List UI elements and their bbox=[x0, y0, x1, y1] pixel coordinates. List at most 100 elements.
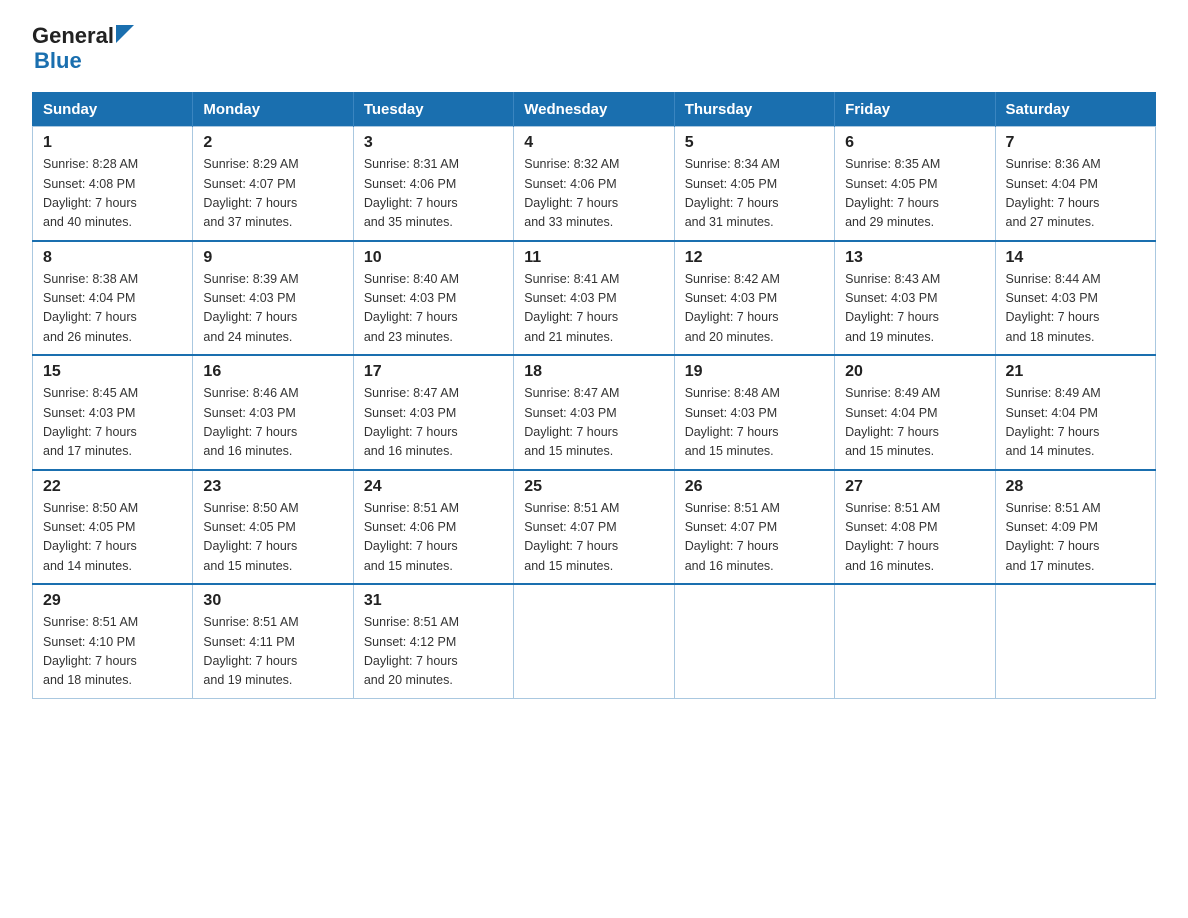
day-cell: 13Sunrise: 8:43 AMSunset: 4:03 PMDayligh… bbox=[835, 241, 995, 356]
day-info: Sunrise: 8:31 AMSunset: 4:06 PMDaylight:… bbox=[364, 155, 503, 233]
day-number: 3 bbox=[364, 134, 503, 152]
day-info: Sunrise: 8:40 AMSunset: 4:03 PMDaylight:… bbox=[364, 270, 503, 348]
day-cell: 25Sunrise: 8:51 AMSunset: 4:07 PMDayligh… bbox=[514, 470, 674, 585]
day-cell: 15Sunrise: 8:45 AMSunset: 4:03 PMDayligh… bbox=[33, 355, 193, 470]
day-number: 11 bbox=[524, 249, 663, 267]
day-info: Sunrise: 8:47 AMSunset: 4:03 PMDaylight:… bbox=[364, 384, 503, 462]
day-info: Sunrise: 8:51 AMSunset: 4:06 PMDaylight:… bbox=[364, 499, 503, 577]
day-cell: 12 Sunrise: 8:42 AMSunset: 4:03 PMDayligh… bbox=[674, 241, 834, 356]
day-info: Sunrise: 8:50 AMSunset: 4:05 PMDaylight:… bbox=[43, 499, 182, 577]
day-number: 1 bbox=[43, 134, 182, 152]
day-info: Sunrise: 8:29 AMSunset: 4:07 PMDaylight:… bbox=[203, 155, 342, 233]
header: General Blue bbox=[32, 24, 1156, 74]
week-row-2: 8 Sunrise: 8:38 AMSunset: 4:04 PMDaylight… bbox=[33, 241, 1156, 356]
day-number: 20 bbox=[845, 363, 984, 381]
day-info: Sunrise: 8:45 AMSunset: 4:03 PMDaylight:… bbox=[43, 384, 182, 462]
day-number: 14 bbox=[1006, 249, 1145, 267]
day-info: Sunrise: 8:44 AMSunset: 4:03 PMDaylight:… bbox=[1006, 270, 1145, 348]
day-cell: 7 Sunrise: 8:36 AMSunset: 4:04 PMDaylight… bbox=[995, 127, 1155, 241]
day-cell: 19Sunrise: 8:48 AMSunset: 4:03 PMDayligh… bbox=[674, 355, 834, 470]
day-number: 10 bbox=[364, 249, 503, 267]
day-cell: 29Sunrise: 8:51 AMSunset: 4:10 PMDayligh… bbox=[33, 584, 193, 698]
day-cell: 24Sunrise: 8:51 AMSunset: 4:06 PMDayligh… bbox=[353, 470, 513, 585]
day-cell: 8 Sunrise: 8:38 AMSunset: 4:04 PMDaylight… bbox=[33, 241, 193, 356]
day-info: Sunrise: 8:51 AMSunset: 4:11 PMDaylight:… bbox=[203, 613, 342, 691]
day-cell: 6Sunrise: 8:35 AMSunset: 4:05 PMDaylight… bbox=[835, 127, 995, 241]
day-cell: 3 Sunrise: 8:31 AMSunset: 4:06 PMDaylight… bbox=[353, 127, 513, 241]
week-row-1: 1 Sunrise: 8:28 AMSunset: 4:08 PMDaylight… bbox=[33, 127, 1156, 241]
day-cell: 20 Sunrise: 8:49 AMSunset: 4:04 PMDayligh… bbox=[835, 355, 995, 470]
calendar: SundayMondayTuesdayWednesdayThursdayFrid… bbox=[32, 92, 1156, 699]
day-cell: 27 Sunrise: 8:51 AMSunset: 4:08 PMDayligh… bbox=[835, 470, 995, 585]
day-info: Sunrise: 8:39 AMSunset: 4:03 PMDaylight:… bbox=[203, 270, 342, 348]
day-cell: 23 Sunrise: 8:50 AMSunset: 4:05 PMDayligh… bbox=[193, 470, 353, 585]
day-info: Sunrise: 8:50 AMSunset: 4:05 PMDaylight:… bbox=[203, 499, 342, 577]
day-info: Sunrise: 8:36 AMSunset: 4:04 PMDaylight:… bbox=[1006, 155, 1145, 233]
day-info: Sunrise: 8:34 AMSunset: 4:05 PMDaylight:… bbox=[685, 155, 824, 233]
day-info: Sunrise: 8:51 AMSunset: 4:10 PMDaylight:… bbox=[43, 613, 182, 691]
day-number: 2 bbox=[203, 134, 342, 152]
day-number: 18 bbox=[524, 363, 663, 381]
day-info: Sunrise: 8:51 AMSunset: 4:09 PMDaylight:… bbox=[1006, 499, 1145, 577]
week-row-5: 29Sunrise: 8:51 AMSunset: 4:10 PMDayligh… bbox=[33, 584, 1156, 698]
header-cell-monday: Monday bbox=[193, 93, 353, 127]
logo-blue: Blue bbox=[34, 48, 82, 74]
day-info: Sunrise: 8:51 AMSunset: 4:08 PMDaylight:… bbox=[845, 499, 984, 577]
day-number: 17 bbox=[364, 363, 503, 381]
day-number: 26 bbox=[685, 478, 824, 496]
day-number: 7 bbox=[1006, 134, 1145, 152]
day-number: 27 bbox=[845, 478, 984, 496]
day-cell: 9 Sunrise: 8:39 AMSunset: 4:03 PMDaylight… bbox=[193, 241, 353, 356]
day-info: Sunrise: 8:51 AMSunset: 4:12 PMDaylight:… bbox=[364, 613, 503, 691]
day-number: 19 bbox=[685, 363, 824, 381]
day-cell: 16 Sunrise: 8:46 AMSunset: 4:03 PMDayligh… bbox=[193, 355, 353, 470]
header-cell-sunday: Sunday bbox=[33, 93, 193, 127]
logo-general: General bbox=[32, 24, 114, 48]
day-number: 30 bbox=[203, 592, 342, 610]
calendar-header: SundayMondayTuesdayWednesdayThursdayFrid… bbox=[33, 93, 1156, 127]
day-number: 25 bbox=[524, 478, 663, 496]
day-cell bbox=[835, 584, 995, 698]
day-number: 4 bbox=[524, 134, 663, 152]
day-number: 21 bbox=[1006, 363, 1145, 381]
week-row-4: 22Sunrise: 8:50 AMSunset: 4:05 PMDayligh… bbox=[33, 470, 1156, 585]
day-number: 13 bbox=[845, 249, 984, 267]
calendar-body: 1 Sunrise: 8:28 AMSunset: 4:08 PMDaylight… bbox=[33, 127, 1156, 699]
day-cell: 22Sunrise: 8:50 AMSunset: 4:05 PMDayligh… bbox=[33, 470, 193, 585]
day-info: Sunrise: 8:49 AMSunset: 4:04 PMDaylight:… bbox=[845, 384, 984, 462]
day-cell: 5Sunrise: 8:34 AMSunset: 4:05 PMDaylight… bbox=[674, 127, 834, 241]
day-cell bbox=[674, 584, 834, 698]
day-number: 8 bbox=[43, 249, 182, 267]
day-info: Sunrise: 8:38 AMSunset: 4:04 PMDaylight:… bbox=[43, 270, 182, 348]
day-number: 23 bbox=[203, 478, 342, 496]
day-number: 16 bbox=[203, 363, 342, 381]
day-number: 12 bbox=[685, 249, 824, 267]
day-info: Sunrise: 8:49 AMSunset: 4:04 PMDaylight:… bbox=[1006, 384, 1145, 462]
day-cell: 1 Sunrise: 8:28 AMSunset: 4:08 PMDaylight… bbox=[33, 127, 193, 241]
day-number: 9 bbox=[203, 249, 342, 267]
day-info: Sunrise: 8:28 AMSunset: 4:08 PMDaylight:… bbox=[43, 155, 182, 233]
week-row-3: 15Sunrise: 8:45 AMSunset: 4:03 PMDayligh… bbox=[33, 355, 1156, 470]
day-info: Sunrise: 8:47 AMSunset: 4:03 PMDaylight:… bbox=[524, 384, 663, 462]
day-info: Sunrise: 8:42 AMSunset: 4:03 PMDaylight:… bbox=[685, 270, 824, 348]
day-cell bbox=[995, 584, 1155, 698]
day-cell: 4 Sunrise: 8:32 AMSunset: 4:06 PMDaylight… bbox=[514, 127, 674, 241]
day-cell: 31 Sunrise: 8:51 AMSunset: 4:12 PMDayligh… bbox=[353, 584, 513, 698]
day-info: Sunrise: 8:51 AMSunset: 4:07 PMDaylight:… bbox=[685, 499, 824, 577]
day-info: Sunrise: 8:46 AMSunset: 4:03 PMDaylight:… bbox=[203, 384, 342, 462]
logo: General Blue bbox=[32, 24, 134, 74]
day-cell: 14 Sunrise: 8:44 AMSunset: 4:03 PMDayligh… bbox=[995, 241, 1155, 356]
day-cell: 26 Sunrise: 8:51 AMSunset: 4:07 PMDayligh… bbox=[674, 470, 834, 585]
header-row: SundayMondayTuesdayWednesdayThursdayFrid… bbox=[33, 93, 1156, 127]
day-number: 31 bbox=[364, 592, 503, 610]
day-cell: 18 Sunrise: 8:47 AMSunset: 4:03 PMDayligh… bbox=[514, 355, 674, 470]
day-cell: 11Sunrise: 8:41 AMSunset: 4:03 PMDayligh… bbox=[514, 241, 674, 356]
day-cell: 28Sunrise: 8:51 AMSunset: 4:09 PMDayligh… bbox=[995, 470, 1155, 585]
day-cell: 30 Sunrise: 8:51 AMSunset: 4:11 PMDayligh… bbox=[193, 584, 353, 698]
header-cell-tuesday: Tuesday bbox=[353, 93, 513, 127]
day-info: Sunrise: 8:35 AMSunset: 4:05 PMDaylight:… bbox=[845, 155, 984, 233]
day-cell: 10 Sunrise: 8:40 AMSunset: 4:03 PMDayligh… bbox=[353, 241, 513, 356]
day-info: Sunrise: 8:32 AMSunset: 4:06 PMDaylight:… bbox=[524, 155, 663, 233]
day-cell: 17 Sunrise: 8:47 AMSunset: 4:03 PMDayligh… bbox=[353, 355, 513, 470]
header-cell-wednesday: Wednesday bbox=[514, 93, 674, 127]
